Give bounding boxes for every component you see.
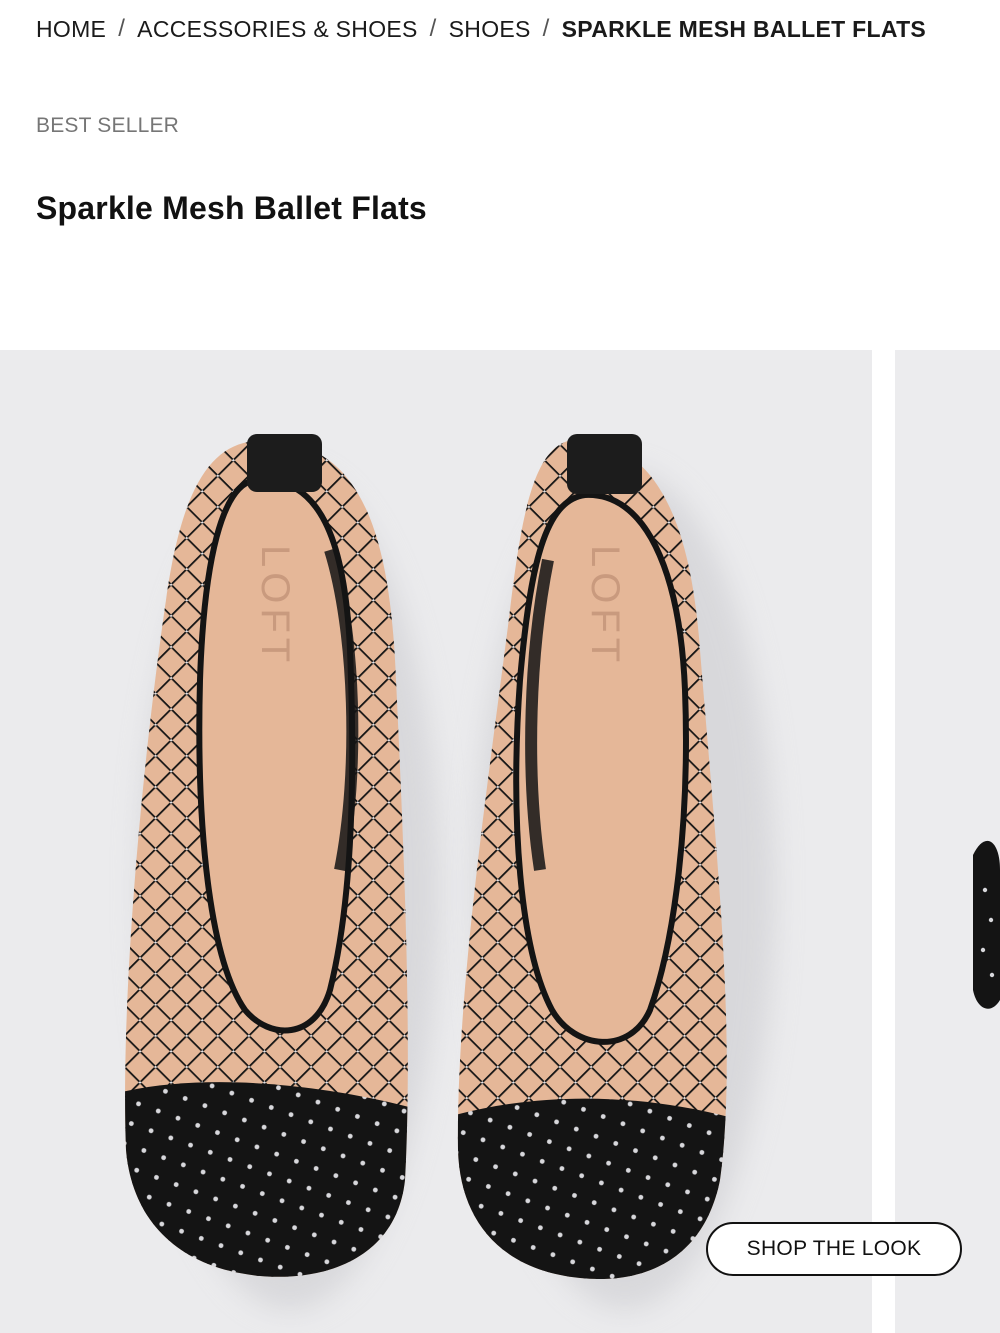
breadcrumb-accessories-shoes[interactable]: ACCESSORIES & SHOES (137, 16, 418, 43)
product-image-main[interactable]: LOFT LOFT (0, 350, 872, 1333)
breadcrumb: HOME / ACCESSORIES & SHOES / SHOES / SPA… (36, 10, 926, 48)
breadcrumb-separator: / (542, 15, 550, 42)
shoe-photo: LOFT LOFT (125, 434, 775, 1310)
breadcrumb-shoes[interactable]: SHOES (449, 16, 531, 43)
insole-logo-right: LOFT (583, 545, 627, 667)
breadcrumb-home[interactable]: HOME (36, 16, 106, 43)
breadcrumb-separator: / (118, 15, 126, 42)
product-image-gallery: LOFT LOFT SHOP THE LOOK (0, 350, 1000, 1333)
product-image-next[interactable] (895, 350, 1000, 1333)
shoe-photo-partial (973, 840, 1000, 1009)
insole-logo-left: LOFT (253, 545, 297, 667)
shop-the-look-button[interactable]: SHOP THE LOOK (706, 1222, 962, 1276)
product-title: Sparkle Mesh Ballet Flats (36, 190, 427, 226)
breadcrumb-separator: / (429, 15, 437, 42)
best-seller-badge: BEST SELLER (36, 114, 180, 137)
breadcrumb-current: SPARKLE MESH BALLET FLATS (561, 15, 927, 42)
